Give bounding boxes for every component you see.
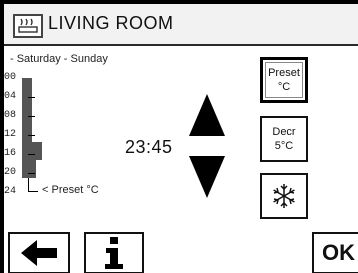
hour-label-12: 12: [4, 129, 17, 140]
preset-legend: < Preset °C: [42, 184, 99, 196]
decrease-button-label: Decr: [272, 125, 296, 138]
chart-tick: [28, 116, 35, 117]
schedule-bar: [22, 142, 42, 160]
chart-tick: [28, 173, 35, 174]
chart-tick: [28, 154, 35, 155]
frost-protection-button[interactable]: [260, 173, 308, 219]
preset-button-label: Preset: [268, 66, 300, 79]
info-button[interactable]: [84, 232, 144, 273]
chart-tick: [28, 97, 35, 98]
decrease-button-amount: 5°C: [274, 140, 294, 152]
thermostat-panel: LIVING ROOM - Saturday - Sunday 00 04 08…: [4, 4, 358, 273]
decrease-temp-button[interactable]: Decr 5°C: [260, 116, 308, 162]
ok-label: OK: [322, 240, 355, 265]
hour-label-16: 16: [4, 148, 17, 159]
hour-label-00: 00: [4, 72, 17, 83]
hour-label-08: 08: [4, 110, 17, 121]
hour-label-24: 24: [4, 186, 17, 197]
header-bar: LIVING ROOM: [4, 4, 358, 46]
arrow-down-icon[interactable]: [189, 156, 225, 198]
arrow-left-icon: [21, 240, 57, 266]
preset-button-unit: °C: [277, 81, 291, 93]
clock-time: 23:45: [125, 137, 173, 157]
info-icon: [105, 237, 123, 269]
schedule-chart: 00 04 08 12 16 20 24: [4, 72, 144, 198]
days-label: - Saturday - Sunday: [10, 53, 108, 65]
snowflake-icon: [273, 184, 295, 208]
arrow-up-icon[interactable]: [189, 94, 225, 136]
room-title: LIVING ROOM: [48, 13, 174, 33]
screen: LIVING ROOM - Saturday - Sunday 00 04 08…: [0, 0, 358, 273]
preset-temp-button[interactable]: Preset °C: [260, 57, 308, 103]
schedule-bar: [22, 160, 36, 178]
schedule-bar: [22, 106, 32, 114]
hour-label-04: 04: [4, 91, 17, 102]
back-button[interactable]: [8, 232, 70, 273]
hour-label-20: 20: [4, 167, 17, 178]
schedule-bar: [22, 122, 32, 142]
schedule-bar: [22, 78, 32, 106]
radiator-icon: [13, 14, 43, 38]
ok-button[interactable]: OK: [312, 232, 358, 273]
footer-bar: OK: [4, 226, 358, 273]
chart-baseline: [28, 191, 38, 192]
chart-tick: [28, 135, 35, 136]
